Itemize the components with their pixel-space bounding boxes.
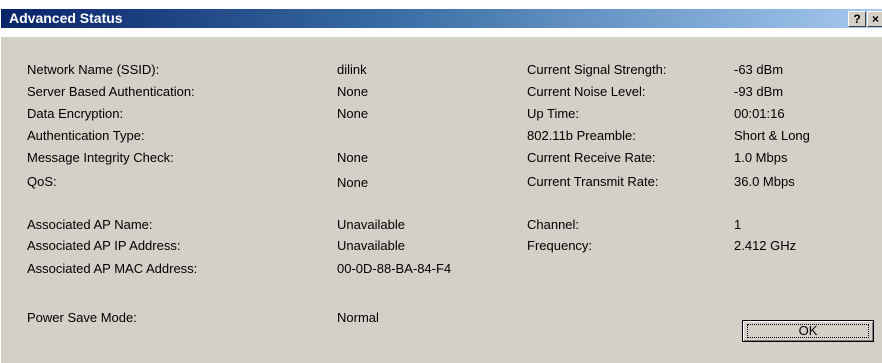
ssid-value: dilink [337, 62, 367, 77]
power-save-value: Normal [337, 310, 379, 325]
data-encryption-value: None [337, 106, 369, 121]
ap-name-value: Unavailable [337, 217, 405, 232]
mic-value: None [337, 150, 369, 165]
auth-type-label: Authentication Type: [27, 128, 145, 143]
ap-ip-label: Associated AP IP Address: [27, 238, 181, 253]
signal-strength-value: -63 dBm [734, 62, 784, 77]
up-time-label: Up Time: [527, 106, 580, 121]
server-auth-label: Server Based Authentication: [27, 84, 195, 99]
ap-mac-value: 00-0D-88-BA-84-F4 [337, 261, 452, 276]
signal-strength-label: Current Signal Strength: [527, 62, 667, 77]
noise-level-value: -93 dBm [734, 84, 784, 99]
ok-button[interactable]: OK [742, 320, 874, 342]
transmit-rate-value: 36.0 Mbps [734, 174, 795, 189]
receive-rate-value: 1.0 Mbps [734, 150, 788, 165]
qos-label: QoS: [27, 174, 57, 189]
ap-ip-value: Unavailable [337, 238, 405, 253]
ssid-label: Network Name (SSID): [27, 62, 160, 77]
data-encryption-label: Data Encryption: [27, 106, 124, 121]
close-icon: × [871, 12, 879, 26]
title-bar-strip [1, 9, 882, 28]
frequency-value: 2.412 GHz [734, 238, 797, 253]
noise-level-label: Current Noise Level: [527, 84, 646, 99]
frequency-label: Frequency: [527, 238, 593, 253]
ok-focus-rect [747, 324, 869, 338]
help-icon: ? [853, 12, 861, 26]
transmit-rate-label: Current Transmit Rate: [527, 174, 659, 189]
help-button[interactable]: ? [848, 11, 866, 27]
close-button[interactable]: × [867, 11, 882, 27]
title-bar: Advanced Status ? × [1, 0, 882, 37]
channel-label: Channel: [527, 217, 580, 232]
advanced-status-window: Advanced Status ? × Network Name (SSID):… [0, 0, 882, 363]
ap-name-label: Associated AP Name: [27, 217, 153, 232]
channel-value: 1 [734, 217, 742, 232]
power-save-label: Power Save Mode: [27, 310, 137, 325]
up-time-value: 00:01:16 [734, 106, 785, 121]
window-title: Advanced Status [9, 10, 123, 26]
qos-value: None [337, 175, 369, 190]
preamble-label: 802.11b Preamble: [527, 128, 636, 143]
preamble-value: Short & Long [734, 128, 810, 143]
receive-rate-label: Current Receive Rate: [527, 150, 656, 165]
server-auth-value: None [337, 84, 369, 99]
mic-label: Message Integrity Check: [27, 150, 174, 165]
ap-mac-label: Associated AP MAC Address: [27, 261, 198, 276]
